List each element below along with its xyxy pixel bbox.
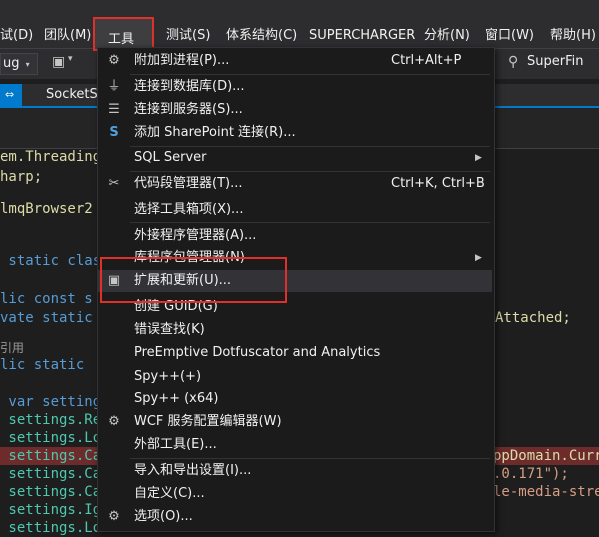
code-line: var setting	[0, 394, 102, 410]
menu-architecture[interactable]: 体系结构(C)	[226, 26, 297, 46]
toolbar-folder-icon[interactable]: ▣	[52, 54, 65, 70]
code-line: settings.Ca	[0, 484, 102, 500]
toolbar-dropdown-icon[interactable]: ▾	[68, 54, 73, 64]
menu-item-external-tools[interactable]: 外部工具(E)...	[98, 434, 492, 456]
attach-process-icon: ⚙	[108, 53, 120, 68]
menu-item-wcf-config[interactable]: ⚙ WCF 服务配置编辑器(W)	[98, 411, 492, 433]
menu-analyze[interactable]: 分析(N)	[424, 26, 470, 46]
menu-item-attach-process[interactable]: ⚙ 附加到进程(P)... Ctrl+Alt+P	[98, 50, 492, 72]
supercharger-icon[interactable]: ⚲	[508, 54, 518, 70]
menu-item-spy-x64[interactable]: Spy++ (x64)	[98, 388, 492, 410]
menu-window[interactable]: 窗口(W)	[485, 26, 534, 46]
menu-separator	[130, 222, 490, 223]
tab-socketservice[interactable]: SocketSe	[22, 84, 106, 106]
menu-debug[interactable]: 试(D)	[0, 26, 33, 46]
annotation-highlight-box	[100, 257, 287, 303]
code-lens-references[interactable]: 引用	[0, 339, 24, 357]
gear-icon: ⚙	[108, 509, 120, 524]
menu-help[interactable]: 帮助(H)	[550, 26, 596, 46]
menu-item-error-lookup[interactable]: 错误查找(K)	[98, 319, 492, 341]
submenu-arrow-icon: ▶	[475, 153, 482, 163]
code-line: settings.Lo	[0, 520, 102, 536]
code-line: settings.Ig	[0, 502, 102, 518]
code-fragment: le-media-stre	[493, 484, 599, 500]
wcf-config-icon: ⚙	[108, 414, 120, 429]
code-line: lic static	[0, 357, 85, 373]
menu-item-sharepoint[interactable]: S 添加 SharePoint 连接(R)...	[98, 122, 492, 144]
menu-separator	[130, 458, 490, 459]
menu-test[interactable]: 测试(S)	[166, 26, 210, 46]
code-line: vate static	[0, 310, 93, 326]
sharepoint-icon: S	[109, 125, 119, 140]
tab-pinned[interactable]: ⇔	[0, 84, 22, 106]
code-fragment: ppDomain.Curr	[493, 448, 599, 464]
menu-supercharger[interactable]: SUPERCHARGER	[309, 26, 415, 46]
menu-item-dotfuscator[interactable]: PreEmptive Dotfuscator and Analytics	[98, 342, 492, 364]
menu-item-options[interactable]: ⚙ 选项(O)...	[98, 506, 492, 528]
menu-item-import-export[interactable]: 导入和导出设置(I)...	[98, 460, 492, 482]
code-line: settings.Ca	[0, 466, 102, 482]
code-line: settings.Lo	[0, 430, 102, 446]
code-fragment: Attached;	[495, 310, 571, 326]
code-line: settings.Re	[0, 412, 102, 428]
menu-item-connect-database[interactable]: ⏚ 连接到数据库(D)...	[98, 76, 492, 98]
menu-item-spy[interactable]: Spy++(+)	[98, 366, 492, 388]
connect-server-icon: ☰	[108, 102, 120, 117]
menu-item-addin-manager[interactable]: 外接程序管理器(A)...	[98, 225, 492, 247]
menu-separator	[130, 171, 490, 172]
menu-team[interactable]: 团队(M)	[44, 26, 91, 46]
menu-separator	[130, 74, 490, 75]
code-line: static clas	[0, 253, 102, 269]
menu-bar: 试(D) 团队(M) 测试(S) 体系结构(C) SUPERCHARGER 分析…	[0, 0, 599, 48]
code-snippet-icon: ✂	[108, 176, 120, 191]
submenu-arrow-icon: ▶	[475, 253, 482, 263]
solution-config-combo[interactable]: ug ▾	[0, 53, 38, 75]
code-line: harp;	[0, 169, 43, 185]
code-line: em.Threading.	[0, 149, 110, 165]
menu-item-choose-toolbox[interactable]: 选择工具箱项(X)...	[98, 199, 492, 221]
menu-tools[interactable]: 工具(T)	[93, 17, 154, 62]
code-line: lic const s	[0, 291, 93, 307]
connect-database-icon: ⏚	[107, 79, 121, 94]
code-line: lmqBrowser2	[0, 201, 93, 217]
menu-item-code-snippets[interactable]: ✂ 代码段管理器(T)... Ctrl+K, Ctrl+B	[98, 173, 492, 195]
menu-item-connect-server[interactable]: ☰ 连接到服务器(S)...	[98, 99, 492, 121]
superfind-button[interactable]: SuperFin	[527, 54, 583, 69]
menu-item-sql-server[interactable]: SQL Server ▶	[98, 147, 492, 169]
code-fragment: .0.171");	[493, 466, 569, 482]
menu-item-customize[interactable]: 自定义(C)...	[98, 483, 492, 505]
